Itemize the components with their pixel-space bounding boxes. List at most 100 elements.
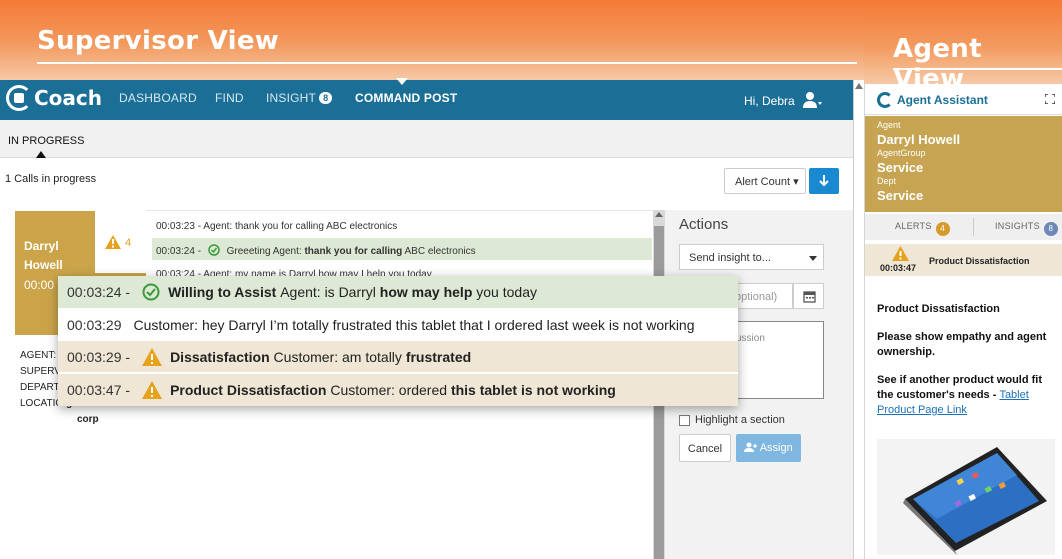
overlay-row: 00:03:24 - Willing to Assist Agent: is D… <box>58 276 738 308</box>
overlay-time: 00:03:29 - <box>67 348 131 365</box>
overlay-pre: Customer: ordered <box>330 382 448 398</box>
agent-assistant-title: Agent Assistant <box>897 93 988 107</box>
insight-title: Product Dissatisfaction <box>877 303 1000 315</box>
warning-icon <box>105 235 121 249</box>
overlay-highlight: frustrated <box>405 348 472 365</box>
calendar-button[interactable] <box>793 283 824 309</box>
calls-in-progress: 1 Calls in progress <box>5 173 97 185</box>
tab-insights[interactable]: INSIGHTS 8 <box>995 221 1058 236</box>
tab-active-indicator <box>36 151 46 158</box>
overlay-text: Customer: hey Darryl I’m totally frustra… <box>133 316 695 333</box>
agent-info-box: Agent Darryl Howell AgentGroup Service D… <box>865 116 1062 212</box>
insight-paragraph-2: See if another product would fit the cus… <box>877 374 1042 416</box>
alert-timestamp: 00:03:47 <box>880 263 917 273</box>
sort-down-button[interactable] <box>809 168 839 194</box>
transcript-row: 00:03:24 - Greeeting Agent: thank you fo… <box>152 238 652 260</box>
overlay-time: 00:03:29 <box>67 316 122 333</box>
zoomed-transcript-overlay: 00:03:24 - Willing to Assist Agent: is D… <box>58 276 738 406</box>
agent-group-value: Service <box>877 160 924 175</box>
overlay-highlight: how may help <box>379 284 473 300</box>
top-nav: Coach DASHBOARD FIND INSIGHT 8 COMMAND PO… <box>0 78 853 120</box>
tab-in-progress[interactable]: IN PROGRESS <box>8 135 84 147</box>
agent-assistant-panel: Agent Assistant Agent Darryl Howell Agen… <box>864 84 1062 559</box>
transcript-tag: Greeeting <box>226 246 271 257</box>
detail-location-value-2: corp <box>77 414 99 425</box>
warning-icon <box>142 347 163 366</box>
agent-banner: Agent View <box>864 0 1062 94</box>
calendar-icon <box>803 291 816 303</box>
overlay-pre: Agent: is Darryl <box>280 284 376 300</box>
coach-logo-icon <box>877 92 893 108</box>
alerts-count-badge: 4 <box>935 222 950 236</box>
tab-divider <box>973 218 974 236</box>
nav-insight-label: INSIGHT <box>266 91 317 105</box>
coach-logo-icon <box>6 85 32 111</box>
dept-value: Service <box>877 188 924 203</box>
assistant-tabs: ALERTS 4 INSIGHTS 8 <box>865 214 1062 240</box>
insight-count-badge: 8 <box>319 92 333 104</box>
check-circle-icon <box>208 244 220 256</box>
alert-count-dropdown[interactable]: Alert Count ▾ <box>724 168 806 194</box>
insight-body: Product Dissatisfaction Please show empa… <box>877 302 1061 431</box>
tablet-image <box>903 447 1047 555</box>
nav-insight[interactable]: INSIGHT 8 <box>266 91 333 105</box>
coach-logo-text: Coach <box>34 86 103 110</box>
alert-count-label: Alert Count <box>735 176 791 188</box>
transcript-feed: 00:03:23 - Agent: thank you for calling … <box>146 210 653 285</box>
transcript-time: 00:03:23 - <box>156 221 202 232</box>
transcript-speaker: Agent: <box>272 246 302 257</box>
user-menu-icon[interactable] <box>802 91 822 109</box>
assign-label: Assign <box>759 442 793 454</box>
insight-paragraph-1: Please show empathy and agent ownership. <box>877 331 1047 358</box>
actions-title: Actions <box>679 216 729 233</box>
tab-alerts[interactable]: ALERTS 4 <box>895 221 950 236</box>
send-insight-select[interactable]: Send insight to... <box>679 244 824 270</box>
highlight-checkbox[interactable] <box>679 415 690 426</box>
chevron-down-icon <box>809 256 817 261</box>
transcript-rest: ABC electronics <box>404 246 476 257</box>
cancel-button[interactable]: Cancel <box>679 434 731 462</box>
warning-icon <box>892 246 909 261</box>
insights-count-badge: 8 <box>1043 222 1058 236</box>
banner-rule <box>37 62 857 64</box>
nav-command-post[interactable]: COMMAND POST <box>355 91 457 105</box>
overlay-highlight: this tablet is not working <box>450 382 616 398</box>
agent-alert-box[interactable]: 4 <box>95 211 146 273</box>
nav-dashboard[interactable]: DASHBOARD <box>119 91 197 105</box>
overlay-row: 00:03:47 - Product Dissatisfaction Custo… <box>58 374 738 406</box>
overlay-pre: Customer: am totally <box>273 348 402 365</box>
supervisor-view-title: Supervisor View <box>37 26 280 56</box>
warning-icon <box>142 381 163 399</box>
transcript-text: Agent: thank you for calling ABC electro… <box>203 221 398 232</box>
sub-nav: IN PROGRESS <box>0 120 853 158</box>
overlay-row: 00:03:29 Customer: hey Darryl I’m totall… <box>58 308 738 341</box>
alert-title: Product Dissatisfaction <box>929 256 1030 266</box>
banner-rule <box>893 68 1062 70</box>
assign-button[interactable]: Assign <box>736 434 801 462</box>
overlay-row: 00:03:29 - Dissatisfaction Customer: am … <box>58 341 738 372</box>
agent-group-label: AgentGroup <box>877 148 926 158</box>
agent-alert-count: 4 <box>125 237 132 249</box>
agent-card-name: Darryl Howell <box>24 239 63 272</box>
nav-find[interactable]: FIND <box>215 91 244 105</box>
assistant-alert-row[interactable]: 00:03:47 Product Dissatisfaction <box>865 244 1062 276</box>
highlight-label: Highlight a section <box>695 414 785 426</box>
scroll-up-icon[interactable] <box>855 83 863 89</box>
transcript-highlight: thank you for calling <box>304 246 403 257</box>
overlay-tag: Willing to Assist <box>168 284 277 300</box>
coach-logo[interactable]: Coach <box>6 85 102 111</box>
expand-icon[interactable] <box>1045 94 1055 104</box>
supervisor-banner: Supervisor View <box>0 0 864 80</box>
overlay-time: 00:03:47 - <box>67 382 131 398</box>
agent-value: Darryl Howell <box>877 132 961 147</box>
scroll-up-icon[interactable] <box>655 212 663 217</box>
active-nav-indicator <box>396 78 408 85</box>
dept-label: Dept <box>877 176 897 186</box>
tablet-product-image <box>877 439 1055 555</box>
overlay-tag: Product Dissatisfaction <box>170 382 327 398</box>
agent-card-time: 00:00 <box>24 278 55 292</box>
add-user-icon <box>744 442 758 452</box>
overlay-tag: Dissatisfaction <box>170 348 270 365</box>
arrow-down-icon <box>819 175 829 187</box>
window-divider <box>853 80 864 559</box>
